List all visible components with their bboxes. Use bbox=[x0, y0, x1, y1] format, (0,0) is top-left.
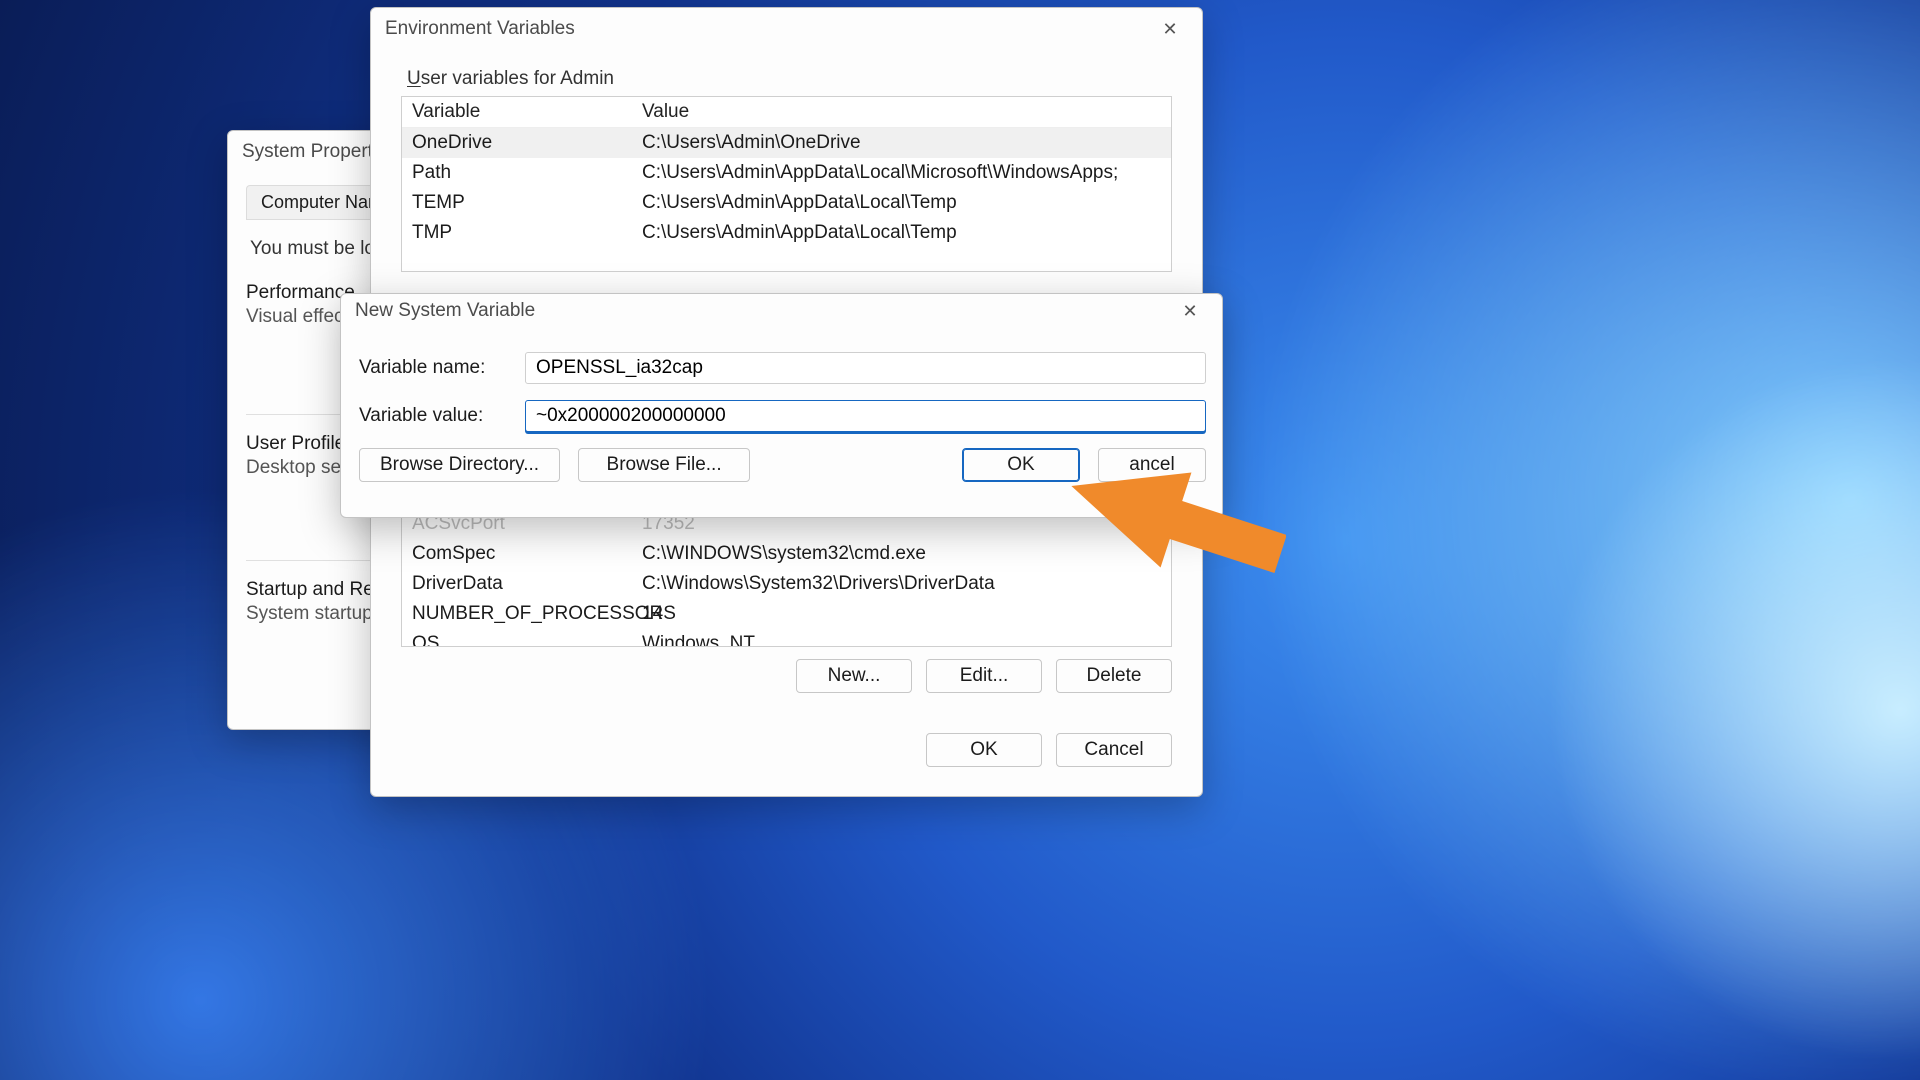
browse-directory-button[interactable]: Browse Directory... bbox=[359, 448, 560, 482]
table-row[interactable]: DriverData C:\Windows\System32\Drivers\D… bbox=[402, 569, 1171, 599]
column-variable: Variable bbox=[412, 100, 642, 124]
list-header: Variable Value bbox=[402, 97, 1171, 128]
titlebar-new-var: New System Variable ✕ bbox=[341, 294, 1222, 324]
dialog-new-system-variable: New System Variable ✕ Variable name: Var… bbox=[340, 293, 1223, 518]
close-icon[interactable]: ✕ bbox=[1152, 14, 1188, 44]
title-env-vars: Environment Variables bbox=[385, 18, 575, 40]
dialog-button-row: OK Cancel bbox=[401, 733, 1172, 767]
column-value: Value bbox=[642, 100, 1161, 124]
cancel-button[interactable]: ancel bbox=[1098, 448, 1206, 482]
table-row[interactable]: OneDrive C:\Users\Admin\OneDrive bbox=[402, 128, 1171, 158]
label-user-variables: User variables for Admin bbox=[401, 56, 1172, 96]
table-row[interactable]: TEMP C:\Users\Admin\AppData\Local\Temp bbox=[402, 188, 1171, 218]
table-row[interactable]: OS Windows_NT bbox=[402, 629, 1171, 647]
new-button[interactable]: New... bbox=[796, 659, 912, 693]
titlebar-env-vars: Environment Variables ✕ bbox=[371, 8, 1202, 50]
table-row[interactable]: TMP C:\Users\Admin\AppData\Local\Temp bbox=[402, 218, 1171, 248]
row-variable-name: Variable name: bbox=[359, 352, 1206, 384]
delete-button[interactable]: Delete bbox=[1056, 659, 1172, 693]
cancel-button[interactable]: Cancel bbox=[1056, 733, 1172, 767]
label-variable-value: Variable value: bbox=[359, 405, 507, 427]
table-row[interactable]: NUMBER_OF_PROCESSORS 14 bbox=[402, 599, 1171, 629]
table-row[interactable]: ComSpec C:\WINDOWS\system32\cmd.exe bbox=[402, 539, 1171, 569]
ok-button[interactable]: OK bbox=[962, 448, 1080, 482]
user-variable-list[interactable]: Variable Value OneDrive C:\Users\Admin\O… bbox=[401, 96, 1172, 272]
label-variable-name: Variable name: bbox=[359, 357, 507, 379]
ok-button[interactable]: OK bbox=[926, 733, 1042, 767]
table-row[interactable]: Path C:\Users\Admin\AppData\Local\Micros… bbox=[402, 158, 1171, 188]
edit-button[interactable]: Edit... bbox=[926, 659, 1042, 693]
close-icon[interactable]: ✕ bbox=[1172, 296, 1208, 326]
browse-file-button[interactable]: Browse File... bbox=[578, 448, 750, 482]
system-vars-button-row: New... Edit... Delete bbox=[401, 659, 1172, 693]
title-new-var: New System Variable bbox=[355, 300, 535, 322]
row-variable-value: Variable value: bbox=[359, 400, 1206, 432]
input-variable-value[interactable] bbox=[525, 400, 1206, 432]
system-variable-list[interactable]: ACSvcPort 17352 ComSpec C:\WINDOWS\syste… bbox=[401, 502, 1172, 647]
input-variable-name[interactable] bbox=[525, 352, 1206, 384]
new-var-button-row: Browse Directory... Browse File... OK an… bbox=[359, 448, 1206, 482]
